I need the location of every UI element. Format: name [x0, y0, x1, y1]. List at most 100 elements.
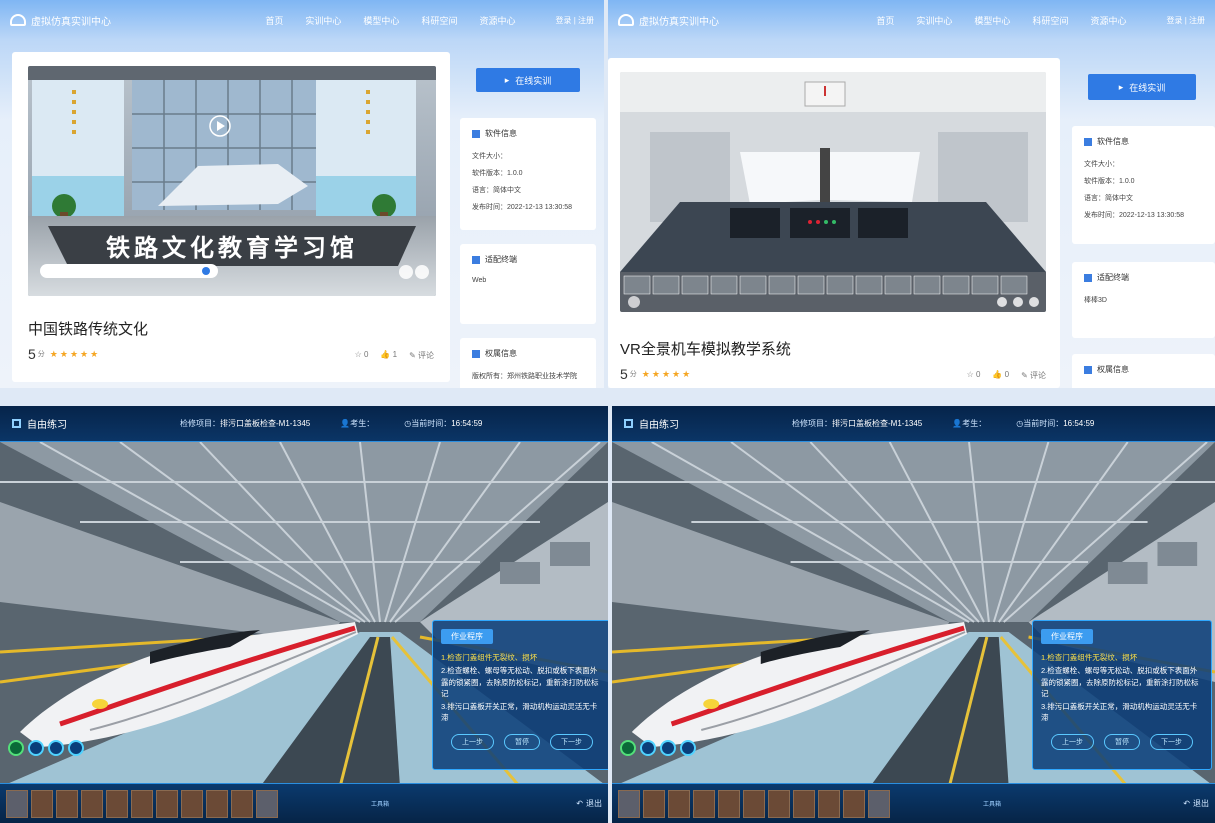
tool-slot[interactable]	[793, 789, 815, 818]
online-training-button[interactable]: ▸ 在线实训	[1088, 74, 1196, 100]
locomotive-cab-scene	[620, 72, 1046, 312]
tool-slot[interactable]	[643, 789, 665, 818]
login-link[interactable]: 登录 | 注册	[555, 15, 594, 26]
prev-step-button[interactable]: 上一步	[1051, 733, 1094, 750]
tool-slot[interactable]	[156, 789, 178, 818]
tool-slot[interactable]	[256, 789, 278, 818]
software-info-title: 软件信息	[1097, 137, 1129, 146]
course-preview[interactable]	[620, 72, 1046, 312]
tool-slot[interactable]	[106, 789, 128, 818]
nav-resources[interactable]: 资源中心	[479, 14, 515, 27]
view-controls	[8, 740, 84, 756]
login-link[interactable]: 登录 | 注册	[1166, 15, 1205, 26]
online-training-button[interactable]: ▸ 在线实训	[476, 68, 580, 92]
course-title[interactable]: 中国铁路传统文化	[28, 318, 148, 339]
nav-resources[interactable]: 资源中心	[1090, 14, 1126, 27]
exit-button[interactable]: ↶ 退出	[576, 798, 602, 809]
back-icon: ↶	[576, 799, 583, 808]
nav-home[interactable]: 首页	[265, 14, 283, 27]
tool-slot[interactable]	[768, 789, 790, 818]
location-icon[interactable]	[8, 740, 24, 756]
time-info: ◷当前时间：16:54:59	[404, 418, 482, 429]
rating: 5 分 ★ ★ ★ ★ ★	[28, 346, 98, 362]
info-icon	[472, 129, 480, 138]
reset-view-icon[interactable]	[68, 740, 84, 756]
tool-slot[interactable]	[693, 789, 715, 818]
tool-slot[interactable]	[231, 789, 253, 818]
course-preview[interactable]: 铁路文化教育学习馆	[28, 66, 436, 296]
task-info: 检修项目：排污口盖板检查-M1-1345	[180, 418, 310, 429]
logo-icon	[618, 14, 634, 26]
tool-slot[interactable]	[81, 789, 103, 818]
nav-training[interactable]: 实训中心	[916, 14, 952, 27]
like-button[interactable]: 👍 0	[992, 370, 1009, 381]
time-info: ◷当前时间：16:54:59	[1016, 418, 1094, 429]
portal-page: 虚拟仿真实训中心 首页 实训中心 模型中心 科研空间 资源中心 登录 | 注册	[0, 0, 604, 388]
platform-card: 适配终端 Web	[460, 244, 596, 324]
examinee-info: 👤考生：	[340, 418, 374, 429]
tool-bar: 工具箱 ↶ 退出	[612, 783, 1215, 823]
pause-button[interactable]: 暂停	[504, 733, 540, 750]
nav-models[interactable]: 模型中心	[363, 14, 399, 27]
location-icon[interactable]	[620, 740, 636, 756]
nav-research[interactable]: 科研空间	[421, 14, 457, 27]
site-logo[interactable]: 虚拟仿真实训中心	[10, 13, 111, 28]
procedure-tab[interactable]: 作业程序	[441, 629, 493, 644]
star-icon: ★	[641, 368, 650, 379]
tool-slot[interactable]	[718, 789, 740, 818]
nav-research[interactable]: 科研空间	[1032, 14, 1068, 27]
procedure-tab[interactable]: 作业程序	[1041, 629, 1093, 644]
mode-indicator[interactable]: 自由练习	[0, 416, 150, 431]
favorite-button[interactable]: ☆ 0	[967, 370, 981, 381]
tool-slot[interactable]	[843, 789, 865, 818]
next-step-button[interactable]: 下一步	[550, 733, 593, 750]
user-icon: 👤	[340, 419, 351, 428]
tool-slot[interactable]	[56, 789, 78, 818]
mode-indicator[interactable]: 自由练习	[612, 416, 762, 431]
comment-button[interactable]: ✎ 评论	[1021, 370, 1046, 381]
rights-title: 权属信息	[1097, 365, 1129, 374]
course-actions: ☆ 0 👍 0 ✎ 评论	[967, 370, 1046, 381]
tool-slot[interactable]	[818, 789, 840, 818]
tool-slot[interactable]	[131, 789, 153, 818]
rotate-icon[interactable]	[28, 740, 44, 756]
time-value: 16:54:59	[451, 419, 483, 428]
exit-label: 退出	[586, 799, 602, 808]
tool-slot[interactable]	[618, 789, 640, 818]
tool-slot[interactable]	[743, 789, 765, 818]
view-controls	[620, 740, 696, 756]
zoom-icon[interactable]	[660, 740, 676, 756]
software-info-title: 软件信息	[485, 129, 517, 138]
favorite-button[interactable]: ☆ 0	[355, 350, 369, 361]
prev-step-button[interactable]: 上一步	[451, 733, 494, 750]
software-info-card: 软件信息 文件大小： 软件版本：1.0.0 语言：简体中文 发布时间：2022-…	[460, 118, 596, 230]
comment-label: 评论	[1030, 371, 1046, 380]
nav-training[interactable]: 实训中心	[305, 14, 341, 27]
simulation-view-2: 自由练习 检修项目：排污口盖板检查-M1-1345 👤考生： ◷当前时间：16:…	[612, 406, 1215, 823]
tool-slot[interactable]	[668, 789, 690, 818]
play-icon: ▸	[504, 74, 510, 85]
tool-slot[interactable]	[6, 789, 28, 818]
tool-slot[interactable]	[181, 789, 203, 818]
comment-button[interactable]: ✎ 评论	[409, 350, 434, 361]
like-button[interactable]: 👍 1	[380, 350, 397, 361]
course-title[interactable]: VR全景机车模拟教学系统	[620, 338, 791, 359]
user-icon: 👤	[952, 419, 963, 428]
course-card: VR全景机车模拟教学系统 5 分 ★ ★ ★ ★ ★ ☆ 0 👍 0 ✎ 评论	[608, 58, 1060, 388]
procedure-step-2: 2.检查螺栓、螺母等无松动、脱扣或板下表面外露的锁紧圈，去除原防松标记，重新涂打…	[1041, 666, 1199, 698]
software-language: 语言：简体中文	[472, 187, 521, 194]
portal-course-2: 虚拟仿真实训中心 首页 实训中心 模型中心 科研空间 资源中心 登录 | 注册	[608, 0, 1215, 388]
site-logo[interactable]: 虚拟仿真实训中心	[618, 13, 719, 28]
tool-slot[interactable]	[31, 789, 53, 818]
software-version: 软件版本：1.0.0	[1084, 178, 1135, 185]
tool-slot[interactable]	[206, 789, 228, 818]
rotate-icon[interactable]	[640, 740, 656, 756]
pause-button[interactable]: 暂停	[1104, 733, 1140, 750]
exit-button[interactable]: ↶ 退出	[1183, 798, 1209, 809]
nav-models[interactable]: 模型中心	[974, 14, 1010, 27]
next-step-button[interactable]: 下一步	[1150, 733, 1193, 750]
zoom-icon[interactable]	[48, 740, 64, 756]
nav-home[interactable]: 首页	[876, 14, 894, 27]
reset-view-icon[interactable]	[680, 740, 696, 756]
tool-slot[interactable]	[868, 789, 890, 818]
